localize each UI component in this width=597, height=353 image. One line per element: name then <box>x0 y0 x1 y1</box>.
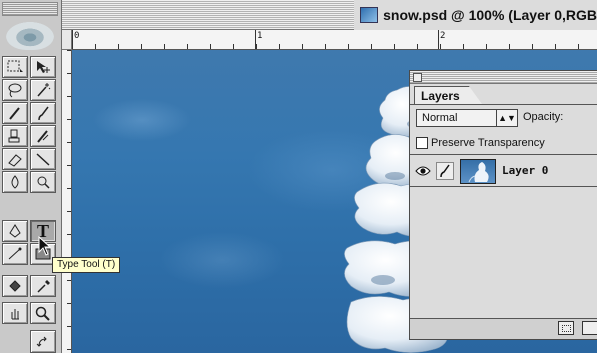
layer-name: Layer 0 <box>502 164 549 177</box>
toolbox-title-bar[interactable] <box>2 2 58 16</box>
move-tool-icon[interactable] <box>30 56 56 78</box>
ruler-label-1: 1 <box>257 31 263 41</box>
opacity-label: Opacity: <box>523 111 564 123</box>
layer-thumbnail <box>460 159 496 184</box>
divider <box>410 154 597 155</box>
measure-tool-icon[interactable] <box>2 243 28 265</box>
ruler-origin[interactable] <box>62 30 72 50</box>
magic-wand-tool-icon[interactable] <box>30 79 56 101</box>
preserve-transparency-option[interactable]: Preserve Transparency <box>416 137 545 149</box>
ruler-label-2: 2 <box>440 31 446 41</box>
document-title-bar[interactable]: snow.psd @ 100% (Layer 0,RGB <box>62 0 597 30</box>
tooltip: Type Tool (T) <box>52 257 121 273</box>
preserve-transparency-checkbox[interactable] <box>416 137 428 149</box>
paint-bucket-tool-icon[interactable] <box>2 275 28 297</box>
history-brush-tool-icon[interactable] <box>30 125 56 147</box>
document-title: snow.psd @ 100% (Layer 0,RGB <box>383 7 597 23</box>
airbrush-tool-icon[interactable] <box>2 102 28 124</box>
eye-icon[interactable] <box>414 162 432 180</box>
blur-tool-icon[interactable] <box>2 171 28 193</box>
eraser-tool-icon[interactable] <box>2 148 28 170</box>
marquee-tool-icon[interactable] <box>2 56 28 78</box>
palette-bottom-bar <box>410 318 597 339</box>
layers-palette: Layers Normal ▲▼ Opacity: Preserve Trans… <box>409 70 597 340</box>
rubber-stamp-tool-icon[interactable] <box>2 125 28 147</box>
blend-mode-select[interactable]: Normal ▲▼ <box>416 109 518 127</box>
zoom-tool-icon[interactable] <box>30 302 56 324</box>
lasso-tool-icon[interactable] <box>2 79 28 101</box>
hand-tool-icon[interactable] <box>2 302 28 324</box>
swap-colors-icon[interactable] <box>30 330 56 353</box>
ruler-ticks <box>72 44 597 49</box>
up-down-arrows-icon: ▲▼ <box>496 110 517 126</box>
pen-tool-icon[interactable] <box>2 220 28 242</box>
ruler-major-tick <box>438 30 439 49</box>
mouse-pointer-icon <box>38 236 52 256</box>
trash-icon[interactable] <box>582 321 597 335</box>
new-layer-icon[interactable] <box>558 321 574 335</box>
tab-divider <box>410 104 597 105</box>
preserve-transparency-label: Preserve Transparency <box>431 137 545 149</box>
horizontal-ruler[interactable]: 0 1 2 <box>72 30 597 50</box>
vertical-ruler[interactable] <box>62 50 72 353</box>
palette-title-bar[interactable] <box>410 71 597 84</box>
layer-row[interactable]: Layer 0 <box>410 156 597 187</box>
document-title-box: snow.psd @ 100% (Layer 0,RGB <box>354 0 597 30</box>
dodge-tool-icon[interactable] <box>30 171 56 193</box>
tab-layers[interactable]: Layers <box>414 86 483 105</box>
document-icon <box>360 7 379 23</box>
line-tool-icon[interactable] <box>30 148 56 170</box>
blend-mode-value: Normal <box>422 112 458 124</box>
photoshop-window: T snow.psd @ 100% (Layer 0,RGB 0 1 2 Lay… <box>0 0 597 353</box>
paintbrush-tool-icon[interactable] <box>30 102 56 124</box>
ruler-major-tick <box>72 30 73 49</box>
eyedropper-tool-icon[interactable] <box>30 275 56 297</box>
ruler-major-tick <box>255 30 256 49</box>
close-box-icon[interactable] <box>413 73 422 82</box>
ruler-label-0: 0 <box>74 31 80 41</box>
photoshop-logo-icon[interactable] <box>6 22 54 50</box>
paintbrush-icon[interactable] <box>436 162 454 180</box>
toolbox: T <box>0 0 62 353</box>
